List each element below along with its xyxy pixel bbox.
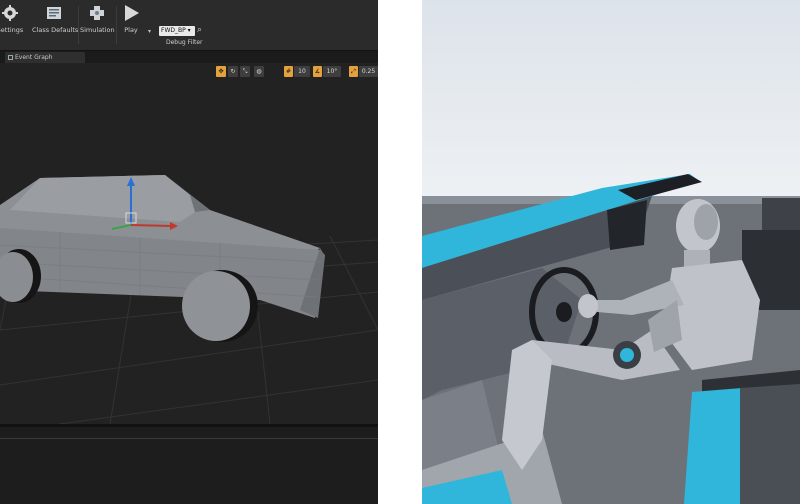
tab-event-graph[interactable]: Event Graph [5, 52, 85, 63]
scale-snap-toggle-icon[interactable]: ⤢ [349, 66, 358, 77]
rotation-snap-value[interactable]: 10° [323, 66, 341, 77]
toolbar-separator [78, 6, 79, 44]
class-defaults-label: Class Defaults [32, 26, 79, 34]
grid-snap-value[interactable]: 10 [294, 66, 310, 77]
move-tool-icon[interactable]: ✥ [216, 66, 226, 77]
tab-event-graph-label: Event Graph [15, 54, 53, 61]
debug-filter-label: Debug Filter [166, 39, 203, 46]
settings-button[interactable]: Settings [0, 4, 28, 48]
scale-snap-value[interactable]: 0.25 [359, 66, 378, 77]
toolbar-separator [116, 6, 117, 44]
viewport-scene [0, 175, 378, 425]
blueprint-editor: Settings Class Defaults Simulation [0, 0, 378, 504]
simulation-icon [90, 6, 104, 20]
debug-object-select[interactable]: FWD_BP ▾ [159, 26, 195, 36]
simulation-label: Simulation [80, 26, 115, 34]
search-icon[interactable]: ⌕ [197, 25, 202, 35]
surface-snap-icon[interactable]: ◍ [254, 66, 264, 77]
image-divider [378, 0, 422, 504]
play-button[interactable]: Play [118, 4, 144, 48]
driver-render [422, 0, 800, 504]
scale-tool-icon[interactable]: ⤡ [240, 66, 250, 77]
play-label: Play [124, 26, 138, 34]
class-defaults-icon [47, 7, 61, 19]
tab-bar: Event Graph [0, 51, 378, 63]
play-options-chevron-icon[interactable]: ▾ [148, 28, 151, 35]
editor-toolbar: Settings Class Defaults Simulation [0, 0, 378, 51]
car-model[interactable] [0, 175, 325, 342]
gear-icon [2, 5, 18, 21]
grid-snap-toggle-icon[interactable]: # [284, 66, 293, 77]
settings-label: Settings [0, 26, 24, 34]
rotation-snap-toggle-icon[interactable]: ∡ [313, 66, 322, 77]
panel-divider [0, 438, 378, 439]
simulation-button[interactable]: Simulation [80, 4, 115, 48]
viewport[interactable] [0, 64, 378, 425]
class-defaults-button[interactable]: Class Defaults [32, 4, 79, 48]
graph-icon [8, 55, 13, 60]
rendered-scene [422, 0, 800, 504]
rotate-tool-icon[interactable]: ↻ [228, 66, 238, 77]
play-icon [125, 5, 139, 21]
